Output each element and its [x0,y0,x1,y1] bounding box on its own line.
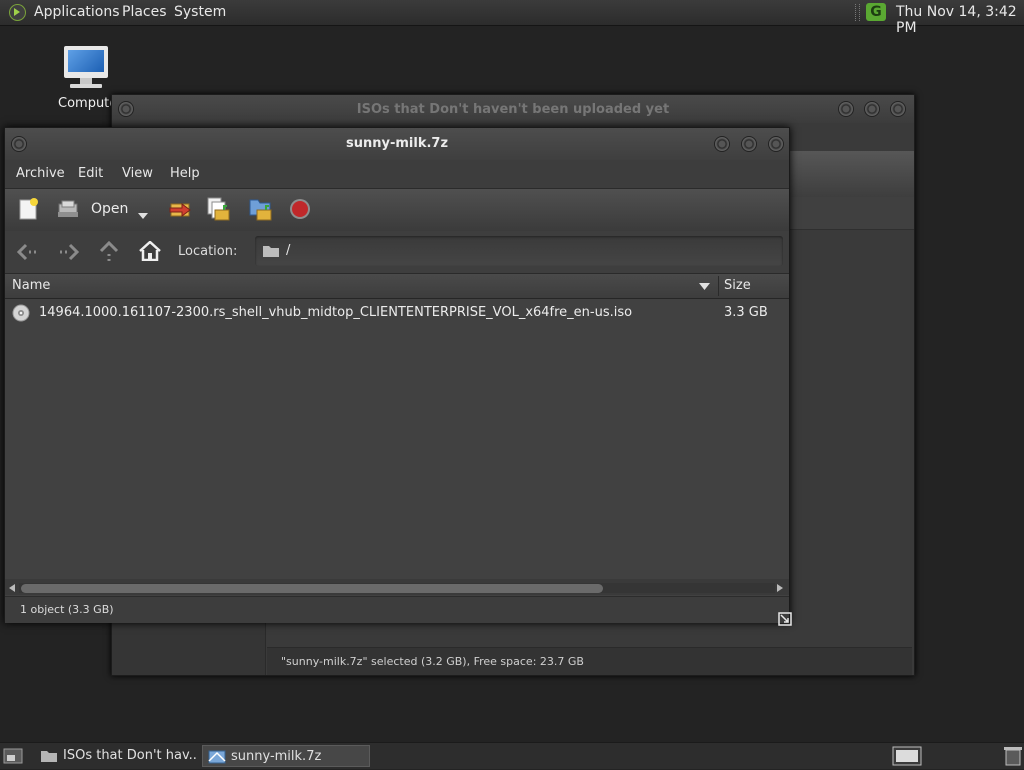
open-dropdown-button[interactable] [137,205,149,224]
column-name[interactable]: Name [12,278,50,293]
menu-archive[interactable]: Archive [16,166,65,181]
menubar: Archive Edit View Help [5,160,789,188]
back-window-titlebar[interactable]: ISOs that Don't haven't been uploaded ye… [112,95,914,123]
arrow-right-icon [60,243,80,261]
minimize-icon[interactable] [838,101,854,117]
taskbar-item-file-manager[interactable]: ISOs that Don't hav... [36,745,198,767]
taskbar-label: sunny-milk.7z [231,749,322,764]
system-menu[interactable]: System [174,4,226,21]
arrow-up-icon [99,240,119,261]
workspace-switcher[interactable] [892,746,922,770]
scroll-right-icon[interactable] [777,584,783,592]
location-label: Location: [178,244,238,259]
disc-image-icon [12,304,30,322]
new-archive-icon [19,198,38,220]
applications-menu[interactable]: Applications [34,4,120,21]
archive-window-titlebar[interactable]: sunny-milk.7z [5,128,789,160]
open-button-label: Open [91,201,129,217]
column-size[interactable]: Size [724,278,751,293]
file-name: 14964.1000.161107-2300.rs_shell_vhub_mid… [39,305,633,320]
stop-icon [290,199,310,219]
show-desktop-button[interactable] [3,747,23,769]
column-header: Name Size [5,274,789,299]
location-entry[interactable]: / [255,236,783,266]
status-text: 1 object (3.3 GB) [20,603,114,616]
top-panel: Applications Places System G Thu Nov 14,… [0,0,1024,36]
folder-icon [41,751,57,762]
file-size: 3.3 GB [724,305,768,320]
toolbar: Open [5,188,789,232]
add-files-button[interactable] [206,196,232,226]
distro-logo-icon[interactable] [9,4,26,21]
menu-help[interactable]: Help [170,166,200,181]
horizontal-scrollbar[interactable] [5,579,789,595]
close-icon[interactable] [890,101,906,117]
menu-view[interactable]: View [122,166,153,181]
resize-grip-icon[interactable] [778,612,792,626]
sort-descending-icon[interactable] [699,283,710,290]
home-icon [139,240,161,262]
file-list[interactable]: 14964.1000.161107-2300.rs_shell_vhub_mid… [5,299,789,579]
stop-button[interactable] [289,198,311,224]
computer-icon [64,46,108,78]
maximize-icon[interactable] [741,136,757,152]
close-icon[interactable] [768,136,784,152]
maximize-icon[interactable] [864,101,880,117]
minimize-icon[interactable] [714,136,730,152]
add-folder-button[interactable] [248,196,274,226]
archive-manager-icon [208,750,226,764]
menu-edit[interactable]: Edit [78,166,103,181]
desktop-icon-computer[interactable]: Computer [58,46,123,116]
scrollbar-thumb[interactable] [21,584,603,593]
bottom-panel: ISOs that Don't hav... sunny-milk.7z [0,742,1024,769]
back-window-title: ISOs that Don't haven't been uploaded ye… [356,102,670,117]
extract-icon [169,203,191,217]
taskbar-item-archive-manager[interactable]: sunny-milk.7z [202,745,370,767]
window-title: sunny-milk.7z [345,136,449,151]
new-archive-button[interactable] [17,198,39,224]
scroll-left-icon[interactable] [9,584,15,592]
home-button[interactable] [139,240,161,265]
statusbar: 1 object (3.3 GB) [5,596,792,626]
workspace-icon [892,746,922,766]
back-window-statusbar: "sunny-milk.7z" selected (3.2 GB), Free … [267,647,912,675]
update-notifier-icon[interactable]: G [866,3,886,21]
panel-separator [855,4,860,21]
show-desktop-icon [3,748,23,764]
clock[interactable]: Thu Nov 14, 3:42 PM [896,4,1024,36]
taskbar-label: ISOs that Don't hav... [63,748,198,763]
folder-icon [263,246,279,257]
up-button[interactable] [99,240,119,267]
trash-icon [1004,747,1022,766]
archive-manager-window[interactable]: sunny-milk.7z Archive Edit View Help Ope… [4,127,792,626]
trash-applet[interactable] [1004,746,1022,770]
add-files-icon [207,197,230,221]
forward-button[interactable] [57,243,80,265]
chevron-down-icon [138,213,148,219]
extract-button[interactable] [168,198,192,224]
add-folder-icon [249,199,272,221]
arrow-left-icon [16,243,36,261]
back-button[interactable] [16,243,39,265]
location-path: / [286,243,291,258]
table-row[interactable]: 14964.1000.161107-2300.rs_shell_vhub_mid… [5,302,789,324]
open-archive-icon [58,200,78,217]
location-bar: Location: / [5,231,789,274]
places-menu[interactable]: Places [122,4,167,21]
